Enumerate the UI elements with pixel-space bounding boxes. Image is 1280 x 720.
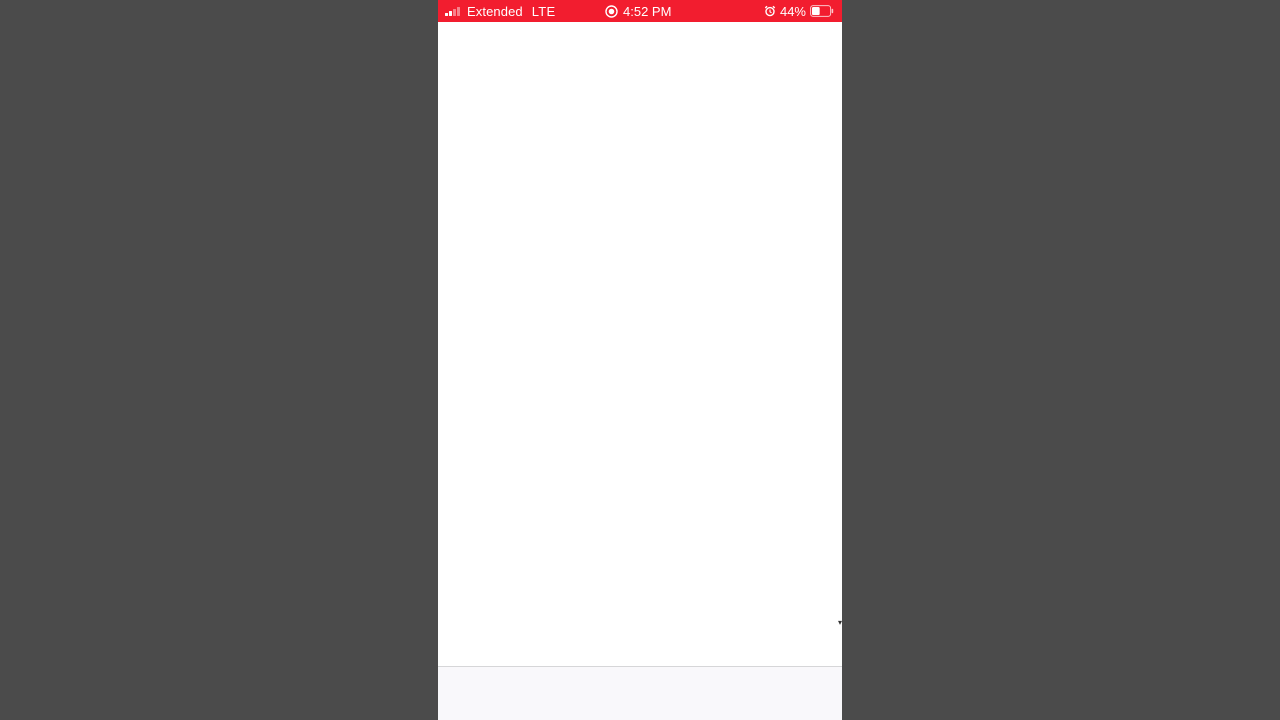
screen-recording-icon [605,4,618,18]
scroll-indicator-icon: ▾ [838,618,842,627]
clock-time: 4:52 PM [623,3,672,19]
signal-bar [457,7,460,16]
signal-bar [449,11,452,16]
blank-content-area[interactable]: ▾ [438,22,842,666]
cellular-signal-icon [445,6,461,16]
status-bar: Extended LTE 4:52 PM 44% [438,0,842,22]
phone-screen: Extended LTE 4:52 PM 44% ▾ [438,0,842,720]
bottom-toolbar [438,666,842,720]
carrier-name: Extended [467,3,523,19]
battery-icon [810,5,834,17]
battery-percentage: 44% [779,3,806,19]
signal-bar [453,9,456,16]
network-type: LTE [531,3,556,19]
status-bar-right: 44% [764,0,834,22]
battery-fill [812,7,820,15]
status-bar-center: 4:52 PM [605,0,671,22]
signal-bar [445,13,448,16]
status-bar-left: Extended LTE [445,0,556,22]
alarm-clock-icon [764,5,776,17]
